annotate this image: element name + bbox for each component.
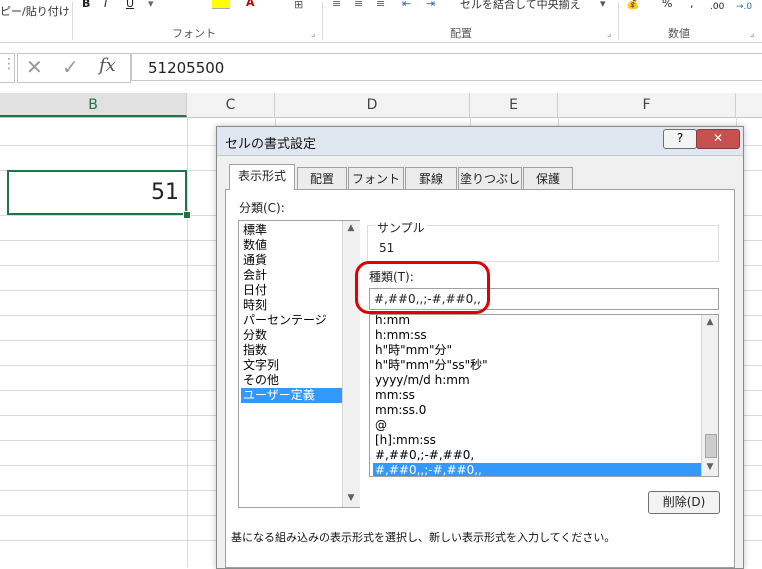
- alignment-launcher-icon[interactable]: ⌟: [607, 29, 611, 39]
- category-list[interactable]: 標準 数値 通貨 会計 日付 時刻 パーセンテージ 分数 指数 文字列 その他 …: [238, 220, 360, 508]
- list-item[interactable]: mm:ss.0: [373, 403, 703, 418]
- category-scrollbar[interactable]: ▲ ▼: [342, 221, 360, 507]
- align-center-icon[interactable]: ≡: [354, 0, 363, 11]
- underline-dropdown-icon[interactable]: ▾: [148, 0, 154, 11]
- scroll-down-icon[interactable]: ▼: [343, 493, 359, 503]
- list-item[interactable]: yyyy/m/d h:mm: [373, 373, 703, 388]
- highlight-color-icon[interactable]: [212, 0, 230, 9]
- increase-indent-icon[interactable]: ⇥: [426, 0, 435, 11]
- list-item[interactable]: 日付: [241, 283, 344, 298]
- list-item-selected[interactable]: #,##0,,;-#,##0,,: [373, 463, 703, 476]
- list-item[interactable]: 数値: [241, 238, 344, 253]
- sample-label: サンプル: [375, 219, 427, 236]
- italic-button[interactable]: I: [104, 0, 107, 11]
- list-item[interactable]: 分数: [241, 328, 344, 343]
- scroll-thumb[interactable]: [705, 434, 717, 458]
- font-launcher-icon[interactable]: ⌟: [311, 29, 315, 39]
- tab-alignment[interactable]: 配置: [297, 167, 347, 189]
- enter-icon[interactable]: ✓: [62, 55, 79, 79]
- number-launcher-icon[interactable]: ⌟: [750, 29, 754, 39]
- comma-style-icon[interactable]: ,: [690, 0, 694, 11]
- underline-button[interactable]: U: [126, 0, 134, 11]
- ribbon-separator: [618, 2, 619, 40]
- merge-center-button[interactable]: セルを結合して中央揃え: [460, 0, 581, 12]
- list-item[interactable]: h:mm: [373, 315, 703, 328]
- formula-bar-grip-icon[interactable]: ⋮: [2, 56, 16, 72]
- formula-input[interactable]: 51205500: [131, 53, 762, 81]
- font-group-label: フォント: [172, 27, 216, 40]
- list-item[interactable]: 指数: [241, 343, 344, 358]
- list-item[interactable]: パーセンテージ: [241, 313, 344, 328]
- percent-button[interactable]: %: [662, 0, 672, 11]
- list-item[interactable]: 通貨: [241, 253, 344, 268]
- font-color-button[interactable]: A: [246, 0, 255, 10]
- tab-border[interactable]: 罫線: [405, 167, 457, 189]
- scroll-down-icon[interactable]: ▼: [702, 462, 718, 472]
- alignment-group-label: 配置: [450, 27, 472, 40]
- scroll-up-icon[interactable]: ▲: [702, 317, 718, 327]
- tab-fill[interactable]: 塗りつぶし: [458, 167, 522, 189]
- accounting-format-icon[interactable]: 💰: [626, 0, 640, 11]
- dialog-title-bar[interactable]: セルの書式設定 ? ✕: [217, 127, 743, 156]
- list-item[interactable]: その他: [241, 373, 344, 388]
- grid-col-line: [187, 117, 188, 567]
- column-header-b[interactable]: B: [0, 93, 187, 117]
- sample-value: 51: [379, 241, 395, 255]
- merge-dropdown-icon[interactable]: ▾: [600, 0, 606, 11]
- list-item[interactable]: [h]:mm:ss: [373, 433, 703, 448]
- format-scrollbar[interactable]: ▲ ▼: [701, 315, 718, 476]
- cancel-icon[interactable]: ✕: [26, 55, 43, 79]
- ribbon-separator: [322, 2, 323, 40]
- increase-decimal-button[interactable]: →.0: [736, 0, 752, 14]
- list-item[interactable]: h"時"mm"分"ss"秒": [373, 358, 703, 373]
- column-header-c[interactable]: C: [187, 93, 275, 117]
- list-item[interactable]: h"時"mm"分": [373, 343, 703, 358]
- decrease-decimal-button[interactable]: .00: [710, 0, 724, 14]
- align-left-icon[interactable]: ≡: [332, 0, 341, 11]
- list-item-selected[interactable]: ユーザー定義: [241, 388, 344, 403]
- tab-number[interactable]: 表示形式: [229, 164, 295, 190]
- scroll-up-icon[interactable]: ▲: [343, 223, 359, 233]
- column-header-f[interactable]: F: [558, 93, 736, 117]
- list-item[interactable]: mm:ss: [373, 388, 703, 403]
- format-cells-dialog: セルの書式設定 ? ✕ 表示形式 配置 フォント 罫線 塗りつぶし 保護 分類(…: [216, 126, 744, 569]
- decrease-indent-icon[interactable]: ⇤: [402, 0, 411, 11]
- category-label: 分類(C):: [239, 201, 285, 215]
- align-right-icon[interactable]: ≡: [376, 0, 385, 11]
- insert-function-icon[interactable]: fx: [99, 55, 116, 76]
- paste-format-label[interactable]: ピー/貼り付け: [0, 3, 70, 19]
- ribbon-separator: [72, 2, 73, 40]
- hint-text: 基になる組み込みの表示形式を選択し、新しい表示形式を入力してください。: [231, 531, 616, 544]
- column-header-e[interactable]: E: [470, 93, 558, 117]
- delete-button[interactable]: 削除(D): [648, 491, 720, 514]
- format-list[interactable]: h:mm h:mm:ss h"時"mm"分" h"時"mm"分"ss"秒" yy…: [369, 314, 719, 477]
- column-header-d[interactable]: D: [275, 93, 470, 117]
- annotation-highlight: [355, 261, 490, 314]
- tab-font[interactable]: フォント: [348, 167, 404, 189]
- list-item[interactable]: 会計: [241, 268, 344, 283]
- number-group-label: 数値: [668, 27, 690, 40]
- list-item[interactable]: #,##0,;-#,##0,: [373, 448, 703, 463]
- help-button[interactable]: ?: [663, 129, 697, 149]
- list-item[interactable]: 文字列: [241, 358, 344, 373]
- tab-protection[interactable]: 保護: [523, 167, 573, 189]
- close-button[interactable]: ✕: [696, 129, 740, 149]
- dialog-title: セルの書式設定: [225, 137, 317, 152]
- list-item[interactable]: 標準: [241, 223, 344, 238]
- list-item[interactable]: 時刻: [241, 298, 344, 313]
- active-cell[interactable]: 51: [7, 170, 187, 215]
- list-item[interactable]: @: [373, 418, 703, 433]
- phonetic-icon[interactable]: ⊞: [294, 0, 303, 12]
- bold-button[interactable]: B: [82, 0, 90, 11]
- list-item[interactable]: h:mm:ss: [373, 328, 703, 343]
- column-header-row: B C D E F: [0, 93, 762, 118]
- fill-handle[interactable]: [183, 211, 191, 219]
- ribbon: ピー/貼り付け B I U ▾ A ⊞ フォント ⌟ ≡ ≡ ≡ ⇤ ⇥ セルを…: [0, 0, 762, 43]
